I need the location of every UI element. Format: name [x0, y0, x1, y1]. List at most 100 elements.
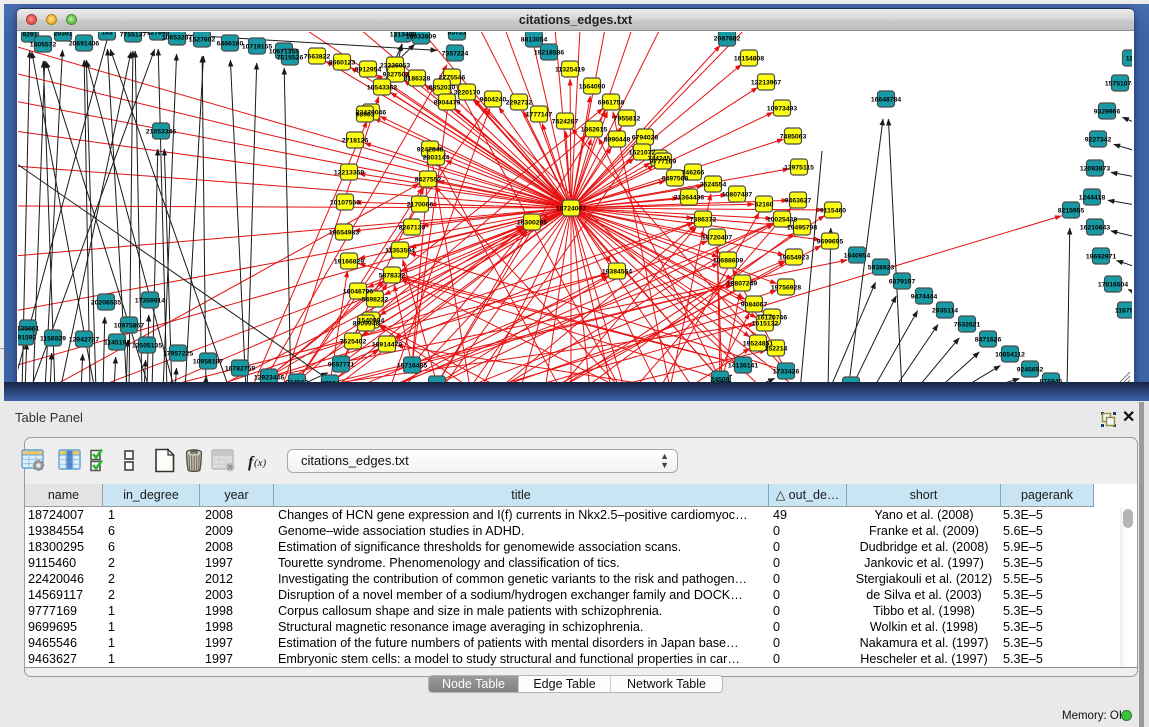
svg-text:3220170: 3220170 — [454, 89, 481, 96]
svg-text:16154808: 16154808 — [734, 55, 764, 62]
svg-text:10719155: 10719155 — [242, 43, 272, 50]
svg-text:1156829: 1156829 — [40, 335, 66, 342]
svg-text:9777169: 9777169 — [650, 158, 677, 165]
svg-text:7625402: 7625402 — [340, 338, 367, 345]
svg-text:1615132: 1615132 — [752, 320, 779, 327]
svg-text:19654983: 19654983 — [329, 229, 359, 236]
svg-text:21053346: 21053346 — [146, 128, 176, 135]
svg-text:21364436: 21364436 — [674, 194, 704, 201]
svg-text:19692971: 19692971 — [1086, 253, 1116, 260]
svg-text:17016504: 17016504 — [1098, 281, 1128, 288]
svg-text:2292732: 2292732 — [506, 99, 533, 106]
svg-text:2170066: 2170066 — [407, 201, 434, 208]
svg-text:19495798: 19495798 — [787, 224, 817, 231]
svg-text:5498222: 5498222 — [362, 296, 389, 303]
svg-text:12505135: 12505135 — [132, 342, 162, 349]
svg-text:1362615: 1362615 — [581, 126, 608, 133]
svg-text:8660123: 8660123 — [329, 59, 356, 66]
svg-text:95723: 95723 — [448, 32, 467, 36]
svg-text:9329966: 9329966 — [1094, 108, 1121, 115]
svg-text:18724007: 18724007 — [556, 205, 586, 212]
svg-text:1244418: 1244418 — [1079, 194, 1106, 201]
svg-text:9463627: 9463627 — [785, 197, 812, 204]
svg-text:9242848: 9242848 — [417, 146, 444, 153]
svg-text:7485063: 7485063 — [780, 133, 807, 140]
svg-text:12942737: 12942737 — [69, 336, 99, 343]
svg-text:12093873: 12093873 — [1080, 165, 1110, 172]
svg-text:10975867: 10975867 — [114, 322, 144, 329]
svg-text:8186328: 8186328 — [404, 75, 431, 82]
svg-text:98903: 98903 — [356, 111, 375, 118]
svg-text:17957225: 17957225 — [163, 350, 193, 357]
svg-text:6794028: 6794028 — [632, 134, 659, 141]
svg-text:15751074: 15751074 — [1105, 80, 1132, 87]
svg-text:8909948: 8909948 — [353, 320, 380, 327]
svg-text:1640954: 1640954 — [844, 252, 871, 259]
svg-text:7955812: 7955812 — [614, 115, 641, 122]
svg-text:7663822: 7663822 — [304, 53, 331, 60]
svg-text:8471626: 8471626 — [975, 336, 1002, 343]
svg-text:111: 111 — [1126, 55, 1132, 62]
svg-text:1405572: 1405572 — [30, 41, 57, 48]
svg-text:9291: 9291 — [22, 32, 37, 38]
svg-text:9404240: 9404240 — [480, 96, 507, 103]
svg-text:135061: 135061 — [18, 325, 40, 332]
svg-text:11353594: 11353594 — [385, 247, 415, 254]
svg-text:10688609: 10688609 — [713, 257, 743, 264]
svg-text:18300295: 18300295 — [517, 219, 547, 226]
svg-text:15720407: 15720407 — [702, 234, 732, 241]
svg-text:7386372: 7386372 — [690, 216, 717, 223]
svg-text:15716485: 15716485 — [397, 362, 427, 369]
svg-text:7755137: 7755137 — [120, 32, 147, 38]
svg-text:391593: 391593 — [18, 334, 37, 341]
svg-text:16914479: 16914479 — [372, 341, 402, 348]
svg-text:1564090: 1564090 — [579, 83, 606, 90]
svg-text:12213369: 12213369 — [334, 169, 364, 176]
svg-text:20391: 20391 — [54, 32, 73, 37]
svg-text:1733426: 1733426 — [773, 368, 800, 375]
svg-text:10653287: 10653287 — [162, 34, 192, 41]
svg-text:10973493: 10973493 — [767, 105, 797, 112]
svg-text:6879197: 6879197 — [889, 278, 916, 285]
svg-text:10654112: 10654112 — [995, 351, 1025, 358]
svg-text:8990448: 8990448 — [604, 136, 631, 143]
svg-text:19654923: 19654923 — [779, 254, 809, 261]
svg-text:6961758: 6961758 — [598, 99, 625, 106]
svg-text:9115460: 9115460 — [820, 207, 846, 214]
svg-text:10025438: 10025438 — [767, 216, 797, 223]
svg-text:19756928: 19756928 — [771, 284, 801, 291]
svg-text:8813054: 8813054 — [521, 36, 548, 43]
svg-text:7424287: 7424287 — [552, 118, 579, 125]
svg-text:16033809: 16033809 — [406, 33, 436, 40]
svg-text:746266: 746266 — [682, 169, 705, 176]
svg-text:12213967: 12213967 — [751, 79, 781, 86]
svg-text:9699695: 9699695 — [817, 238, 844, 245]
svg-text:7632621: 7632621 — [954, 321, 981, 328]
svg-text:2775546: 2775546 — [439, 74, 466, 81]
svg-text:16648784: 16648784 — [871, 96, 901, 103]
svg-text:8267130: 8267130 — [399, 224, 426, 231]
svg-text:1145194: 1145194 — [104, 339, 130, 346]
svg-text:10958107: 10958107 — [193, 358, 223, 365]
svg-text:6466160: 6466160 — [217, 40, 244, 47]
svg-text:18807249: 18807249 — [727, 280, 757, 287]
svg-text:2718126: 2718126 — [342, 137, 369, 144]
svg-text:3624554: 3624554 — [700, 181, 727, 188]
svg-text:17359914: 17359914 — [135, 297, 165, 304]
svg-text:5938923: 5938923 — [868, 264, 895, 271]
svg-text:1527602: 1527602 — [189, 36, 216, 43]
svg-text:62160: 62160 — [755, 201, 774, 208]
svg-text:20206535: 20206535 — [91, 299, 121, 306]
svg-text:2803144: 2803144 — [423, 154, 450, 161]
svg-text:10107553: 10107553 — [330, 199, 360, 206]
svg-text:16210643: 16210643 — [1080, 224, 1110, 231]
svg-text:10807487: 10807487 — [722, 191, 752, 198]
svg-text:9474444: 9474444 — [911, 293, 938, 300]
svg-text:6497568: 6497568 — [662, 175, 689, 182]
svg-text:9245652: 9245652 — [1017, 366, 1044, 373]
svg-text:16543362: 16543362 — [367, 84, 397, 91]
svg-text:12975115: 12975115 — [784, 164, 814, 171]
svg-text:9657771: 9657771 — [328, 361, 355, 368]
svg-text:19384554: 19384554 — [602, 268, 632, 275]
svg-text:(x): (x) — [254, 457, 267, 469]
